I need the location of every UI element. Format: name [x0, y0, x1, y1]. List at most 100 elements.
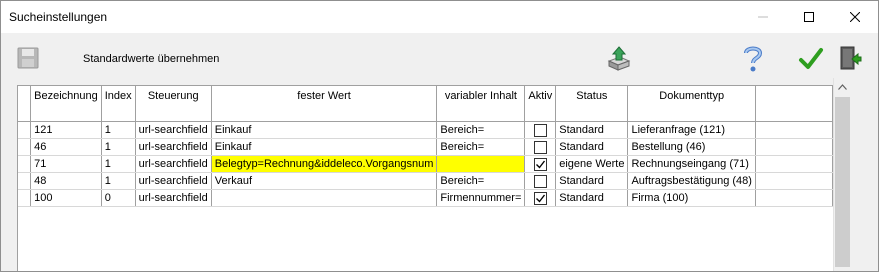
exit-button[interactable] [838, 45, 862, 76]
col-header-aktiv[interactable]: Aktiv [524, 86, 557, 122]
help-icon [744, 46, 763, 72]
save-button[interactable] [17, 47, 39, 72]
cell-status[interactable]: Standard [555, 138, 629, 156]
col-header-dokumenttyp[interactable]: Dokumenttyp [627, 86, 756, 122]
cell-fester-wert[interactable] [211, 189, 438, 207]
scroll-thumb[interactable] [835, 97, 850, 267]
cell-dokumenttyp[interactable]: Rechnungseingang (71) [627, 155, 756, 173]
chevron-up-icon [838, 83, 847, 90]
cell-dokumenttyp[interactable]: Lieferanfrage (121) [627, 121, 756, 139]
col-header-steuerung[interactable]: Steuerung [135, 86, 212, 122]
cell-empty [755, 121, 834, 139]
row-selector[interactable] [18, 121, 32, 139]
cell-bezeichnung[interactable]: 46 [30, 138, 102, 156]
col-header-empty [755, 86, 834, 122]
cell-status[interactable]: Standard [555, 172, 629, 190]
close-icon [850, 12, 860, 22]
row-selector[interactable] [18, 172, 32, 190]
cell-variabler-inhalt[interactable]: Bereich= [436, 121, 526, 139]
cell-bezeichnung[interactable]: 71 [30, 155, 102, 173]
cell-empty [755, 155, 834, 173]
cell-index[interactable]: 0 [101, 189, 136, 207]
window-title: Sucheinstellungen [9, 10, 108, 24]
vertical-scrollbar[interactable] [833, 78, 851, 271]
table-row[interactable]: 121 1 url-searchfield Einkauf Bereich= S… [18, 121, 834, 139]
export-icon [607, 46, 631, 71]
cell-empty [755, 189, 834, 207]
save-icon [17, 47, 39, 69]
col-header-variabler-inhalt[interactable]: variabler Inhalt [436, 86, 526, 122]
cell-index[interactable]: 1 [101, 121, 136, 139]
confirm-check-icon [799, 48, 823, 69]
cell-aktiv [524, 121, 557, 139]
cell-empty [755, 172, 834, 190]
minimize-icon [758, 16, 768, 18]
settings-table: Bezeichnung Index Steuerung fester Wert … [18, 86, 834, 207]
cell-aktiv [524, 189, 557, 207]
cell-steuerung[interactable]: url-searchfield [135, 155, 212, 173]
cell-fester-wert[interactable]: Belegtyp=Rechnung&iddeleco.Vorgangsnum [211, 155, 438, 173]
col-header-index[interactable]: Index [101, 86, 136, 122]
aktiv-checkbox[interactable] [533, 174, 547, 188]
cell-status[interactable]: Standard [555, 189, 629, 207]
cell-index[interactable]: 1 [101, 155, 136, 173]
table-row[interactable]: 71 1 url-searchfield Belegtyp=Rechnung&i… [18, 155, 834, 173]
cell-dokumenttyp[interactable]: Firma (100) [627, 189, 756, 207]
table-row[interactable]: 48 1 url-searchfield Verkauf Bereich= St… [18, 172, 834, 190]
cell-dokumenttyp[interactable]: Bestellung (46) [627, 138, 756, 156]
col-header-bezeichnung[interactable]: Bezeichnung [30, 86, 102, 122]
table-header-row: Bezeichnung Index Steuerung fester Wert … [18, 86, 834, 122]
cell-fester-wert[interactable]: Einkauf [211, 138, 438, 156]
cell-status[interactable]: Standard [555, 121, 629, 139]
cell-variabler-inhalt[interactable]: Bereich= [436, 172, 526, 190]
settings-window: Sucheinstellungen Standardwerte übernehm… [0, 0, 879, 272]
cell-index[interactable]: 1 [101, 172, 136, 190]
check-icon [535, 160, 545, 169]
title-bar: Sucheinstellungen [1, 1, 878, 33]
confirm-button[interactable] [798, 47, 824, 74]
cell-aktiv [524, 155, 557, 173]
standard-values-label[interactable]: Standardwerte übernehmen [83, 53, 219, 65]
export-button[interactable] [606, 45, 632, 74]
row-header-corner [18, 86, 32, 122]
cell-variabler-inhalt[interactable]: Firmennummer= [436, 189, 526, 207]
cell-dokumenttyp[interactable]: Auftragsbestätigung (48) [627, 172, 756, 190]
cell-index[interactable]: 1 [101, 138, 136, 156]
scroll-up-button[interactable] [834, 78, 851, 95]
row-selector[interactable] [18, 155, 32, 173]
maximize-button[interactable] [786, 1, 832, 33]
help-button[interactable] [742, 45, 764, 76]
aktiv-checkbox[interactable] [533, 123, 547, 137]
search-settings-grid[interactable]: Bezeichnung Index Steuerung fester Wert … [17, 85, 834, 271]
cell-steuerung[interactable]: url-searchfield [135, 189, 212, 207]
cell-variabler-inhalt[interactable]: Bereich= [436, 138, 526, 156]
table-row[interactable]: 46 1 url-searchfield Einkauf Bereich= St… [18, 138, 834, 156]
col-header-status[interactable]: Status [555, 86, 629, 122]
cell-empty [755, 138, 834, 156]
aktiv-checkbox[interactable] [533, 140, 547, 154]
row-selector[interactable] [18, 138, 32, 156]
cell-steuerung[interactable]: url-searchfield [135, 172, 212, 190]
maximize-icon [804, 12, 814, 22]
cell-fester-wert[interactable]: Verkauf [211, 172, 438, 190]
aktiv-checkbox[interactable] [533, 191, 547, 205]
check-icon [535, 194, 545, 203]
aktiv-checkbox[interactable] [533, 157, 547, 171]
cell-bezeichnung[interactable]: 100 [30, 189, 102, 207]
table-row[interactable]: 100 0 url-searchfield Firmennummer= Stan… [18, 189, 834, 207]
cell-fester-wert[interactable]: Einkauf [211, 121, 438, 139]
cell-aktiv [524, 172, 557, 190]
minimize-button[interactable] [740, 1, 786, 33]
cell-bezeichnung[interactable]: 121 [30, 121, 102, 139]
close-button[interactable] [832, 1, 878, 33]
exit-door-icon [840, 46, 862, 70]
cell-status[interactable]: eigene Werte [555, 155, 629, 173]
cell-bezeichnung[interactable]: 48 [30, 172, 102, 190]
cell-aktiv [524, 138, 557, 156]
row-selector[interactable] [18, 189, 32, 207]
toolbar: Standardwerte übernehmen [1, 33, 878, 85]
cell-variabler-inhalt[interactable] [436, 155, 526, 173]
cell-steuerung[interactable]: url-searchfield [135, 138, 212, 156]
cell-steuerung[interactable]: url-searchfield [135, 121, 212, 139]
col-header-fester-wert[interactable]: fester Wert [211, 86, 438, 122]
